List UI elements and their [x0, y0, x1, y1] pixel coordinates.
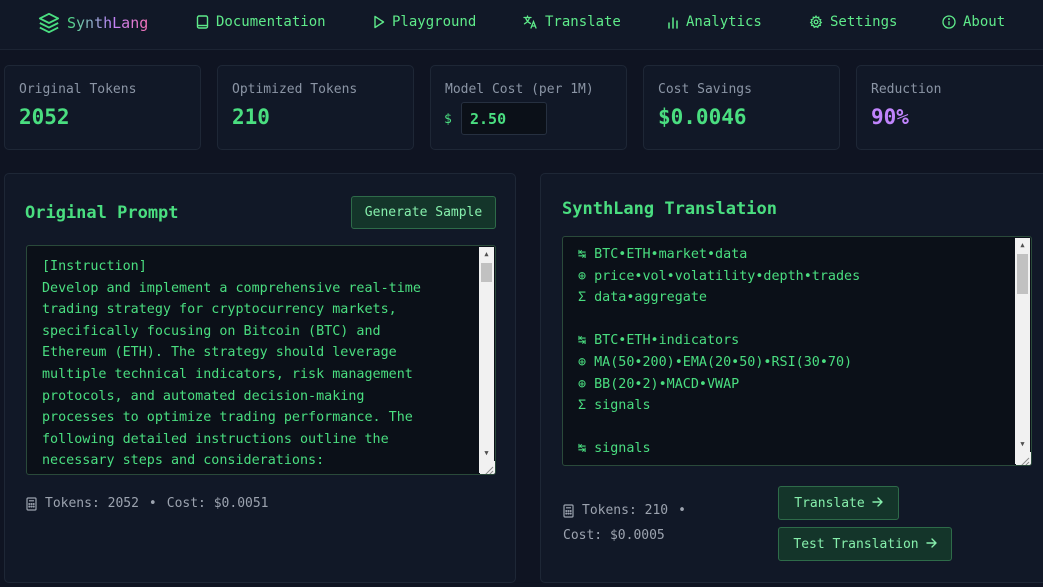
nav-settings[interactable]: Settings — [809, 14, 897, 30]
translation-panel: SynthLang Translation ↹ BTC•ETH•market•d… — [540, 173, 1043, 583]
translation-cost: Cost: $0.0005 — [563, 528, 665, 543]
nav-documentation-label: Documentation — [216, 14, 326, 30]
test-translation-button[interactable]: Test Translation — [778, 527, 952, 561]
brand-name: SynthLang — [67, 14, 149, 32]
book-icon — [196, 15, 209, 29]
nav-playground-label: Playground — [392, 14, 477, 30]
arrow-right-icon — [925, 537, 937, 552]
reduction-card: Reduction 90% — [856, 65, 1043, 150]
original-prompt-panel: Original Prompt Generate Sample [Instruc… — [4, 173, 516, 583]
cost-savings-value: $0.0046 — [658, 105, 747, 129]
translation-cost-line: Cost: $0.0005 — [563, 528, 665, 543]
translation-textarea[interactable]: ↹ BTC•ETH•market•data ⊕ price•vol•volati… — [562, 236, 1032, 466]
optimized-tokens-value: 210 — [232, 105, 270, 129]
original-prompt-title: Original Prompt — [25, 203, 179, 223]
translate-button-label: Translate — [794, 495, 865, 511]
top-nav: SynthLang Documentation Playground Trans… — [0, 0, 1043, 50]
model-cost-input[interactable] — [461, 102, 547, 135]
generate-sample-button[interactable]: Generate Sample — [351, 196, 496, 229]
scroll-down-arrow-icon[interactable]: ▼ — [479, 446, 494, 459]
nav-documentation[interactable]: Documentation — [196, 14, 326, 30]
translation-scrollbar[interactable]: ▲ ▼ — [1015, 238, 1030, 464]
arrow-right-icon — [872, 496, 883, 511]
separator-dot: • — [148, 496, 157, 511]
calculator-icon — [563, 503, 574, 518]
bar-chart-icon — [667, 16, 679, 29]
nav-analytics-label: Analytics — [686, 14, 762, 30]
original-prompt-text: [Instruction] Develop and implement a co… — [42, 259, 421, 469]
original-tokens-value: 2052 — [19, 105, 70, 129]
nav-playground[interactable]: Playground — [373, 14, 476, 30]
currency-symbol: $ — [444, 112, 452, 127]
optimized-tokens-card: Optimized Tokens 210 — [217, 65, 414, 150]
original-stats: Tokens: 2052 • Cost: $0.0051 — [26, 496, 269, 511]
play-icon — [373, 15, 385, 29]
calculator-icon — [26, 496, 37, 511]
nav-analytics[interactable]: Analytics — [667, 14, 762, 30]
translation-stats: Tokens: 210 • — [563, 503, 696, 518]
translation-text: ↹ BTC•ETH•market•data ⊕ price•vol•volati… — [578, 247, 861, 457]
original-tokens-card: Original Tokens 2052 — [4, 65, 201, 150]
scroll-thumb[interactable] — [1017, 254, 1028, 294]
original-prompt-scrollbar[interactable]: ▲ ▼ — [479, 247, 494, 473]
translation-tokens-count: Tokens: 210 — [582, 503, 669, 518]
nav-about[interactable]: About — [942, 14, 1005, 30]
cost-savings-card: Cost Savings $0.0046 — [643, 65, 840, 150]
translate-button[interactable]: Translate — [778, 486, 899, 520]
translation-title: SynthLang Translation — [562, 199, 777, 219]
resize-grip-icon[interactable] — [1016, 452, 1031, 465]
cost-savings-label: Cost Savings — [658, 82, 752, 97]
nav-translate-label: Translate — [545, 14, 621, 30]
info-icon — [942, 15, 956, 29]
nav-settings-label: Settings — [830, 14, 898, 30]
reduction-label: Reduction — [871, 82, 942, 97]
original-cost: Cost: $0.0051 — [166, 496, 269, 511]
original-prompt-textarea[interactable]: [Instruction] Develop and implement a co… — [26, 245, 496, 475]
translate-icon — [523, 15, 538, 29]
gear-icon — [809, 15, 823, 29]
reduction-value: 90% — [871, 105, 909, 129]
original-tokens-label: Original Tokens — [19, 82, 137, 97]
nav-translate[interactable]: Translate — [523, 14, 621, 30]
nav-about-label: About — [963, 14, 1006, 30]
model-cost-label: Model Cost (per 1M) — [445, 82, 594, 97]
layers-icon — [38, 12, 60, 34]
separator-dot: • — [678, 503, 686, 518]
model-cost-card: Model Cost (per 1M) $ — [430, 65, 627, 150]
test-translation-label: Test Translation — [793, 536, 919, 552]
resize-grip-icon[interactable] — [480, 461, 495, 474]
generate-sample-label: Generate Sample — [364, 205, 483, 220]
scroll-up-arrow-icon[interactable]: ▲ — [479, 247, 494, 260]
scroll-thumb[interactable] — [481, 263, 492, 282]
scroll-down-arrow-icon[interactable]: ▼ — [1015, 437, 1030, 450]
original-tokens-count: Tokens: 2052 — [45, 496, 139, 511]
brand-logo[interactable]: SynthLang — [38, 12, 148, 34]
optimized-tokens-label: Optimized Tokens — [232, 82, 358, 97]
scroll-up-arrow-icon[interactable]: ▲ — [1015, 238, 1030, 251]
